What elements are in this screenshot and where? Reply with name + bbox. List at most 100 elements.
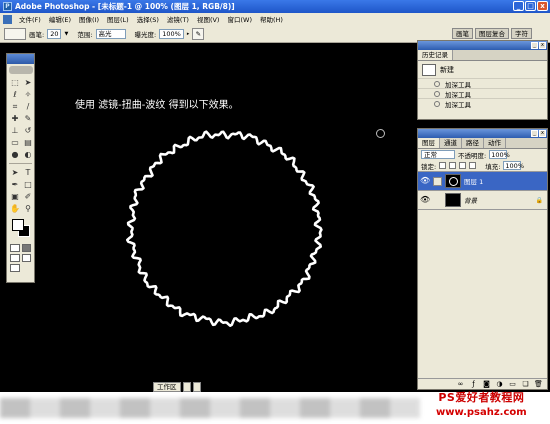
adobe-feather-icon[interactable] [8,66,33,74]
minimized-doc-button[interactable]: 工作区 [153,382,181,392]
clone-stamp-tool-icon[interactable]: ⊥ [9,125,21,136]
range-select[interactable]: 高光 [95,28,126,39]
menu-layer[interactable]: 图层(L) [103,14,133,24]
blur-tool-icon[interactable]: ● [9,149,21,160]
menu-help[interactable]: 帮助(H) [256,14,287,24]
trash-icon[interactable]: 🗑 [534,380,543,388]
jump-to-imageready-button[interactable] [10,264,20,272]
brush-label: 画笔: [29,30,45,39]
dodge-tool-icon[interactable]: ◐ [22,149,34,160]
tab-layers[interactable]: 图层 [418,138,440,148]
lock-transparency-icon[interactable] [439,162,447,169]
brush-tool-icon[interactable]: ✎ [22,113,34,124]
well-tab-layer-comps[interactable]: 图层复合 [475,28,509,39]
quick-mask-button[interactable] [21,244,31,252]
history-item[interactable]: 加深工具 [418,98,547,109]
panel-minimize-button[interactable]: _ [531,130,538,137]
rippled-ring-path [126,130,323,327]
tab-paths[interactable]: 路径 [462,138,484,148]
tool-preset-picker[interactable] [4,27,26,40]
maximize-button[interactable]: □ [525,1,536,11]
menu-window[interactable]: 窗口(W) [223,14,256,24]
crop-tool-icon[interactable]: ⌗ [9,101,21,112]
menu-image[interactable]: 图像(I) [75,14,103,24]
zoom-tool-icon[interactable]: ⚲ [22,203,34,214]
lock-position-icon[interactable] [459,162,467,169]
history-item[interactable]: 加深工具 [418,78,547,89]
gradient-tool-icon[interactable]: ▤ [22,137,34,148]
eraser-tool-icon[interactable]: ▭ [9,137,21,148]
photoshop-logo-icon: P [3,2,12,11]
minimized-doc-button[interactable] [192,382,201,392]
brush-link-icon[interactable] [433,195,442,205]
snapshot-label: 新建 [440,65,454,74]
tab-history[interactable]: 历史记录 [418,50,453,60]
notes-tool-icon[interactable]: ▣ [9,191,21,202]
hand-tool-icon[interactable]: ✋ [9,203,21,214]
airbrush-icon[interactable]: ✎ [192,27,205,40]
foreground-color-swatch[interactable] [12,219,24,231]
eyedropper-tool-icon[interactable]: ✐ [22,191,34,202]
minimize-button[interactable]: _ [513,1,524,11]
chevron-down-icon[interactable]: ▼ [64,31,68,37]
new-group-icon[interactable]: ▭ [508,380,517,388]
type-tool-icon[interactable]: T [22,167,34,178]
eye-icon[interactable]: 👁 [420,195,430,205]
tab-channels[interactable]: 通道 [440,138,462,148]
lasso-tool-icon[interactable]: ℓ [9,89,21,100]
menu-select[interactable]: 选择(S) [133,14,163,24]
well-tab-brushes[interactable]: 画笔 [452,28,473,39]
menu-file[interactable]: 文件(F) [15,14,45,24]
history-panel-header[interactable]: _ x [418,41,547,50]
move-tool-icon[interactable]: ➤ [22,77,34,88]
fill-input[interactable]: 100% [503,161,524,170]
layer-mask-icon[interactable]: ◙ [482,380,491,388]
menu-edit[interactable]: 编辑(E) [45,14,75,24]
panel-close-button[interactable]: x [539,42,546,49]
blend-mode-select[interactable]: 正常 [421,150,455,159]
well-tab-character[interactable]: 字符 [511,28,532,39]
history-brush-tool-icon[interactable]: ↺ [22,125,34,136]
layer-row-layer1[interactable]: 👁 图层 1 [418,171,547,190]
shape-tool-icon[interactable]: □ [22,179,34,190]
app-menu-icon[interactable] [3,14,12,24]
history-snapshot[interactable]: 新建 [418,61,547,78]
watermark: PS爱好者教程网 www.psahz.com [436,389,527,418]
standard-mode-button[interactable] [10,244,20,252]
brush-size-picker[interactable]: 20 [47,28,62,39]
marquee-tool-icon[interactable]: ⬚ [9,77,21,88]
brush-link-icon[interactable] [433,176,442,186]
new-layer-icon[interactable]: ❏ [521,380,530,388]
layers-panel-header[interactable]: _ x [418,129,547,138]
magic-wand-tool-icon[interactable]: ✧ [22,89,34,100]
lock-all-icon[interactable] [469,162,477,169]
exposure-slider-icon[interactable]: ▸ [187,31,190,37]
link-icon[interactable]: ∞ [456,380,465,388]
toolbox-header[interactable] [7,54,34,64]
layer-row-background[interactable]: 👁 背景 🔒 [418,190,547,209]
screen-mode-standard-button[interactable] [10,254,20,262]
opacity-input[interactable]: 100% [489,150,510,159]
panel-minimize-button[interactable]: _ [531,42,538,49]
adjustment-layer-icon[interactable]: ◑ [495,380,504,388]
minimized-doc-button[interactable] [182,382,191,392]
eye-icon[interactable]: 👁 [420,176,430,186]
healing-brush-tool-icon[interactable]: ✚ [9,113,21,124]
path-selection-tool-icon[interactable]: ➤ [9,167,21,178]
screen-mode-full-button[interactable] [21,254,31,262]
slice-tool-icon[interactable]: / [22,101,34,112]
menu-filter[interactable]: 滤镜(T) [163,14,193,24]
close-button[interactable]: x [537,1,548,11]
menu-bar: 文件(F) 编辑(E) 图像(I) 图层(L) 选择(S) 滤镜(T) 视图(V… [0,13,550,25]
pen-tool-icon[interactable]: ✒ [9,179,21,190]
tab-actions[interactable]: 动作 [484,138,506,148]
history-item[interactable]: 加深工具 [418,88,547,99]
toolbox-divider [9,163,32,164]
panel-close-button[interactable]: x [539,130,546,137]
layer-style-icon[interactable]: ƒ [469,380,478,388]
menu-view[interactable]: 视图(V) [193,14,224,24]
history-panel: _ x 历史记录 新建 加深工具 加深工具 加深工具 [417,40,548,120]
palette-well: 画笔 图层复合 字符 [452,28,532,39]
exposure-input[interactable]: 100% [159,28,184,39]
lock-image-icon[interactable] [449,162,457,169]
